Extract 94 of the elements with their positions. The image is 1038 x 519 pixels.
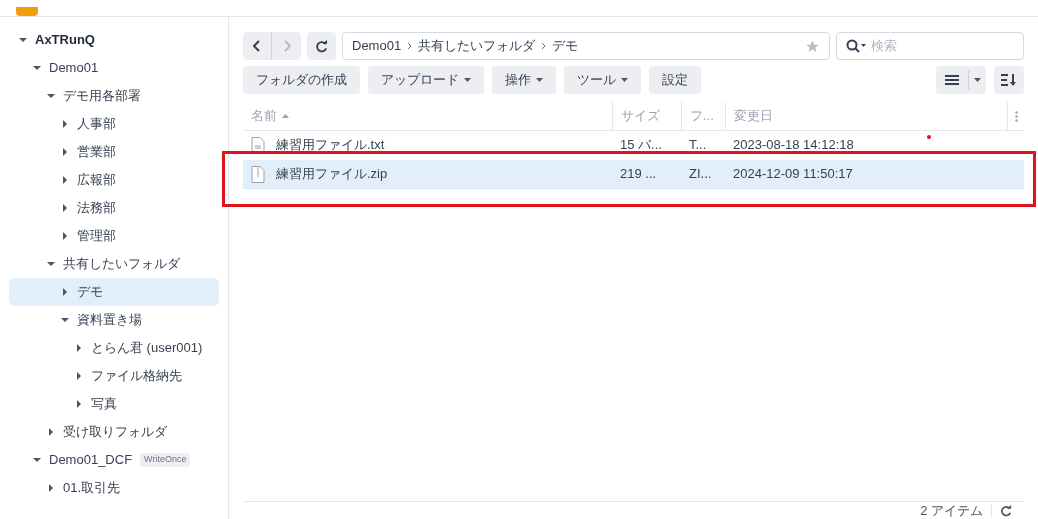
- write-once-badge: WriteOnce: [140, 453, 191, 467]
- chevron-icon: [541, 42, 547, 50]
- caret-right-icon[interactable]: [61, 176, 69, 184]
- caret-right-icon[interactable]: [75, 344, 83, 352]
- chevron-icon: [407, 42, 413, 50]
- tree-label: デモ: [77, 283, 103, 302]
- refresh-button[interactable]: [307, 32, 336, 60]
- caret-down-icon[interactable]: [33, 64, 41, 72]
- toolbar-button[interactable]: フォルダの作成: [243, 66, 360, 94]
- tree-label: 広報部: [77, 171, 116, 190]
- search-field[interactable]: 検索: [871, 36, 1014, 56]
- tree-item[interactable]: 広報部: [9, 166, 219, 194]
- file-type: T...: [689, 137, 707, 153]
- tree-label: 受け取りフォルダ: [63, 423, 167, 442]
- refresh-icon[interactable]: [1000, 504, 1012, 517]
- tree-item[interactable]: 写真: [9, 390, 219, 418]
- sort-button[interactable]: [994, 66, 1024, 94]
- tree-label: ファイル格納先: [91, 367, 182, 386]
- file-size: 15 バ...: [620, 137, 662, 153]
- caret-right-icon[interactable]: [75, 372, 83, 380]
- tree-label: 人事部: [77, 115, 116, 134]
- tree-item[interactable]: 受け取りフォルダ: [9, 418, 219, 446]
- caret-down-icon[interactable]: [47, 260, 55, 268]
- tree-item[interactable]: 01.取引先: [9, 474, 219, 502]
- app-icon: [16, 7, 38, 16]
- caret-right-icon[interactable]: [61, 288, 69, 296]
- sort-ascending-icon: [282, 114, 289, 118]
- caret-down-icon[interactable]: [19, 36, 27, 44]
- file-name: 練習用ファイル.txt: [276, 136, 385, 155]
- tree-label: 共有したいフォルダ: [63, 255, 180, 274]
- file-name: 練習用ファイル.zip: [276, 165, 388, 184]
- stray-mark: [927, 135, 931, 139]
- sort-icon: [1001, 74, 1017, 86]
- caret-right-icon[interactable]: [47, 484, 55, 492]
- caret-right-icon[interactable]: [61, 120, 69, 128]
- tree-item[interactable]: AxTRunQ: [9, 26, 219, 54]
- tree-item[interactable]: 営業部: [9, 138, 219, 166]
- view-mode-button[interactable]: [936, 66, 986, 94]
- caret-right-icon[interactable]: [61, 204, 69, 212]
- tree-item[interactable]: 管理部: [9, 222, 219, 250]
- tree-label: 資料置き場: [77, 311, 142, 330]
- tree-item[interactable]: Demo01: [9, 54, 219, 82]
- caret-down-icon[interactable]: [33, 456, 41, 464]
- tree-label: 01.取引先: [63, 479, 121, 498]
- caret-down-icon: [536, 78, 543, 82]
- toolbar-button[interactable]: 設定: [649, 66, 701, 94]
- caret-down-icon: [464, 78, 471, 82]
- tree-item[interactable]: 共有したいフォルダ: [9, 250, 219, 278]
- tree-label: 管理部: [77, 227, 116, 246]
- toolbar-button[interactable]: 操作: [492, 66, 556, 94]
- tree-item[interactable]: デモ: [9, 278, 219, 306]
- tree-label: 営業部: [77, 143, 116, 162]
- modified-date: 2023-08-18 14:12:18: [733, 137, 854, 153]
- path-segment[interactable]: 共有したいフォルダ: [418, 36, 536, 56]
- list-icon: [945, 75, 959, 85]
- caret-right-icon[interactable]: [61, 232, 69, 240]
- tree-item[interactable]: とらん君 (user001): [9, 334, 219, 362]
- caret-right-icon[interactable]: [61, 148, 69, 156]
- star-icon[interactable]: [805, 38, 820, 54]
- caret-down-icon[interactable]: [61, 316, 69, 324]
- path-segment[interactable]: デモ: [552, 36, 579, 56]
- caret-right-icon[interactable]: [75, 400, 83, 408]
- path-segment[interactable]: Demo01: [352, 36, 402, 56]
- path-field[interactable]: Demo01 共有したいフォルダ デモ: [342, 32, 830, 60]
- modified-date: 2024-12-09 11:50:17: [733, 166, 853, 182]
- zip-file-icon: [251, 165, 265, 183]
- item-count: 2 アイテム: [920, 501, 983, 519]
- caret-down-icon: [621, 78, 628, 82]
- caret-right-icon[interactable]: [47, 428, 55, 436]
- tree-label: Demo01_DCF: [49, 451, 133, 470]
- caret-down-icon[interactable]: [47, 92, 55, 100]
- file-row[interactable]: 練習用ファイル.zip 219 ... ZI... 2024-12-09 11:50:17: [243, 160, 1024, 189]
- file-size: 219 ...: [620, 166, 657, 182]
- tree-item[interactable]: 法務部: [9, 194, 219, 222]
- back-icon: [253, 40, 261, 52]
- tree-label: 写真: [91, 395, 117, 414]
- toolbar-button[interactable]: アップロード: [368, 66, 484, 94]
- tree-label: 法務部: [77, 199, 116, 218]
- tree-label: デモ用各部署: [63, 87, 141, 106]
- tree-label: とらん君 (user001): [91, 339, 203, 358]
- tree-label: Demo01: [49, 59, 99, 78]
- tree-item[interactable]: 資料置き場: [9, 306, 219, 334]
- search-icon[interactable]: [846, 39, 868, 53]
- tree-item[interactable]: デモ用各部署: [9, 82, 219, 110]
- forward-icon: [282, 40, 291, 52]
- search-box[interactable]: 検索: [836, 32, 1024, 60]
- tree-label: AxTRunQ: [35, 31, 95, 50]
- tree-item[interactable]: Demo01_DCF WriteOnce: [9, 446, 219, 474]
- caret-down-icon: [974, 78, 981, 82]
- tree-item[interactable]: ファイル格納先: [9, 362, 219, 390]
- tree-item[interactable]: 人事部: [9, 110, 219, 138]
- toolbar-button[interactable]: ツール: [564, 66, 641, 94]
- refresh-icon: [315, 39, 328, 53]
- file-type: ZI...: [689, 166, 712, 182]
